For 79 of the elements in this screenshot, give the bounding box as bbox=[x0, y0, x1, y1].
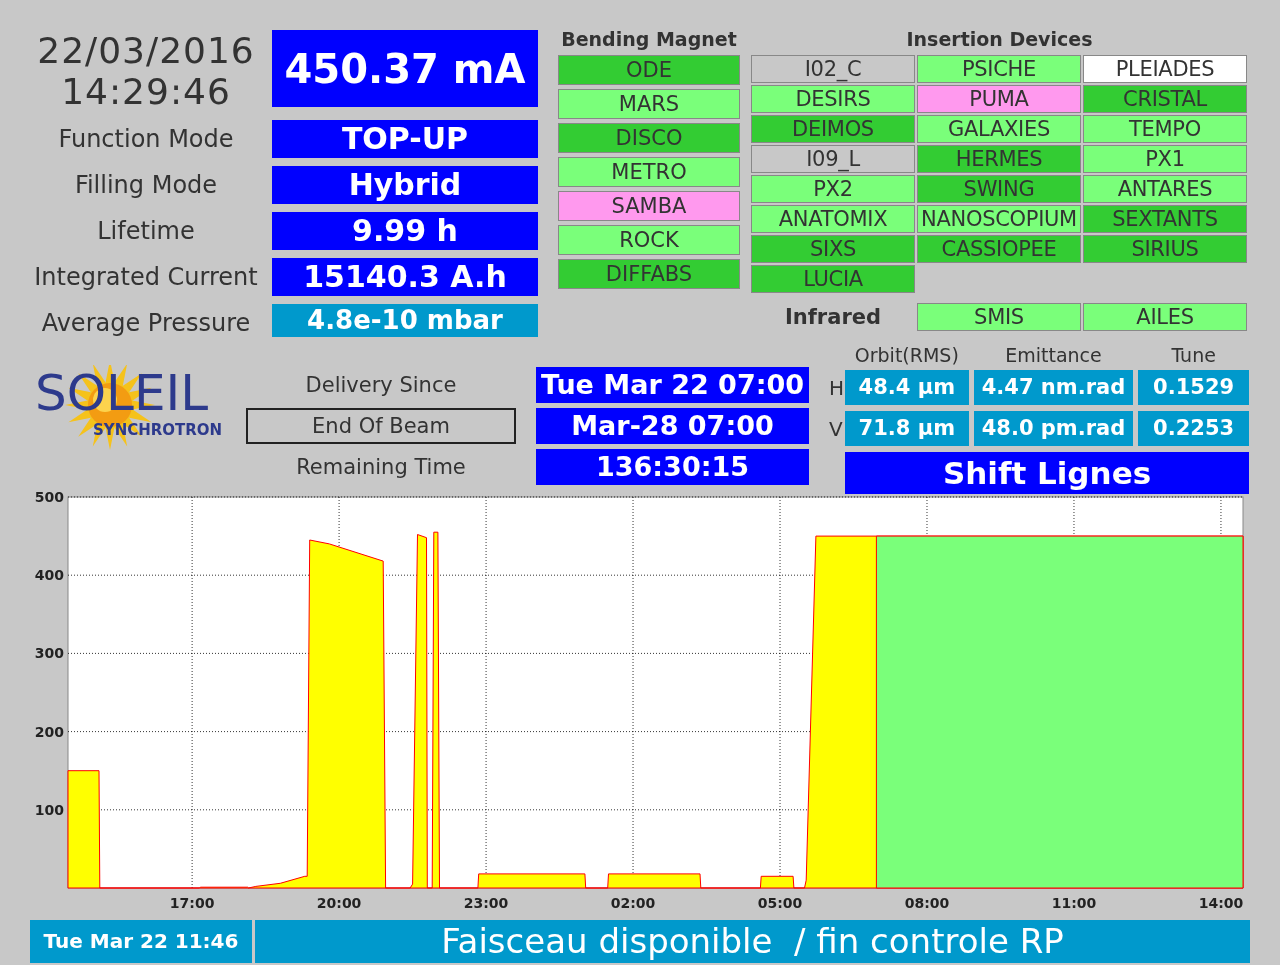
beamline-status: ANATOMIX bbox=[751, 205, 915, 233]
y-tick-label: 300 bbox=[34, 645, 64, 662]
plane-label: H bbox=[829, 375, 840, 402]
beamline-status: DISCO bbox=[558, 123, 740, 153]
parameter-label: Function Mode bbox=[57, 124, 235, 155]
beamline-status: AILES bbox=[1083, 303, 1247, 331]
beamline-status: I02_C bbox=[751, 55, 915, 83]
time-text: 14:29:46 bbox=[61, 71, 231, 112]
x-tick-label: 14:00 bbox=[1198, 895, 1244, 911]
delivery-value: Mar-28 07:00 bbox=[536, 408, 809, 444]
parameter-value: 15140.3 A.h bbox=[272, 258, 538, 296]
beamline-status: PSICHE bbox=[917, 55, 1081, 83]
beamline-status: SMIS bbox=[917, 303, 1081, 331]
delivery-value: 136:30:15 bbox=[536, 449, 809, 485]
beamline-status: PLEIADES bbox=[1083, 55, 1247, 83]
beamline-status: SWING bbox=[917, 175, 1081, 203]
measurement-value: 0.1529 bbox=[1138, 370, 1249, 405]
column-header: Orbit(RMS) bbox=[853, 345, 960, 365]
beamline-status: I09_L bbox=[751, 145, 915, 173]
parameter-label: Filling Mode bbox=[73, 170, 219, 201]
x-tick-label: 08:00 bbox=[904, 895, 950, 911]
parameter-value: 9.99 h bbox=[272, 212, 538, 250]
beamline-status: ROCK bbox=[558, 225, 740, 255]
beamline-status: PX1 bbox=[1083, 145, 1247, 173]
beamline-status: TEMPO bbox=[1083, 115, 1247, 143]
beamline-status: SIXS bbox=[751, 235, 915, 263]
beamline-status: ODE bbox=[558, 55, 740, 85]
x-tick-label: 20:00 bbox=[316, 895, 362, 911]
beamline-status: PX2 bbox=[751, 175, 915, 203]
y-tick-label: 100 bbox=[34, 801, 64, 818]
beamline-status: METRO bbox=[558, 157, 740, 187]
x-tick-label: 23:00 bbox=[463, 895, 509, 911]
beamline-status: PUMA bbox=[917, 85, 1081, 113]
measurement-value: 0.2253 bbox=[1138, 411, 1249, 446]
x-tick-label: 11:00 bbox=[1051, 895, 1097, 911]
x-tick-label: 02:00 bbox=[610, 895, 656, 911]
parameter-label: Lifetime bbox=[96, 216, 196, 247]
beamline-status: MARS bbox=[558, 89, 740, 119]
x-tick-label: 05:00 bbox=[757, 895, 803, 911]
date-text: 22/03/2016 bbox=[37, 30, 255, 71]
measurement-value: 48.0 pm.rad bbox=[973, 411, 1134, 446]
column-header: Emittance bbox=[1004, 345, 1103, 365]
beamline-status: NANOSCOPIUM bbox=[917, 205, 1081, 233]
beamline-status: SEXTANTS bbox=[1083, 205, 1247, 233]
parameter-value: 4.8e-10 mbar bbox=[272, 304, 538, 337]
delivery-label: Remaining Time bbox=[295, 454, 467, 481]
parameter-value: Hybrid bbox=[272, 166, 538, 204]
beamline-status: DIFFABS bbox=[558, 259, 740, 289]
beamline-status: HERMES bbox=[917, 145, 1081, 173]
parameter-label: Average Pressure bbox=[40, 308, 252, 339]
infrared-label: Infrared bbox=[783, 304, 883, 331]
parameter-value: TOP-UP bbox=[272, 120, 538, 158]
beamline-status: DEIMOS bbox=[751, 115, 915, 143]
parameter-label: Integrated Current bbox=[33, 262, 259, 293]
beamline-status: GALAXIES bbox=[917, 115, 1081, 143]
beamline-status: SIRIUS bbox=[1083, 235, 1247, 263]
beamline-status: ANTARES bbox=[1083, 175, 1247, 203]
delivery-value: Tue Mar 22 07:00 bbox=[536, 367, 809, 403]
measurement-value: 71.8 µm bbox=[845, 411, 969, 446]
y-tick-label: 400 bbox=[34, 567, 64, 584]
beamline-status: CRISTAL bbox=[1083, 85, 1247, 113]
x-tick-label: 17:00 bbox=[169, 895, 215, 911]
beamline-status: SAMBA bbox=[558, 191, 740, 221]
column-header: Tune bbox=[1170, 345, 1217, 365]
y-tick-label: 200 bbox=[34, 723, 64, 740]
measurement-value: 48.4 µm bbox=[845, 370, 969, 405]
beamline-status: DESIRS bbox=[751, 85, 915, 113]
status-message: Faisceau disponible / fin controle RP bbox=[255, 920, 1250, 963]
status-timestamp: Tue Mar 22 11:46 bbox=[30, 920, 252, 963]
beamline-status: CASSIOPEE bbox=[917, 235, 1081, 263]
section-title: Bending Magnet bbox=[560, 28, 738, 51]
beamline-status: LUCIA bbox=[751, 265, 915, 293]
y-tick-label: 500 bbox=[34, 490, 64, 505]
section-title: Insertion Devices bbox=[905, 28, 1094, 51]
measurement-value: 4.47 nm.rad bbox=[973, 370, 1134, 405]
end-of-beam-field: End Of Beam bbox=[246, 408, 516, 444]
beam-current-display: 450.37 mA bbox=[272, 30, 538, 107]
delivery-label: Delivery Since bbox=[304, 372, 458, 399]
operator-mode-display: Shift Lignes bbox=[845, 452, 1249, 494]
